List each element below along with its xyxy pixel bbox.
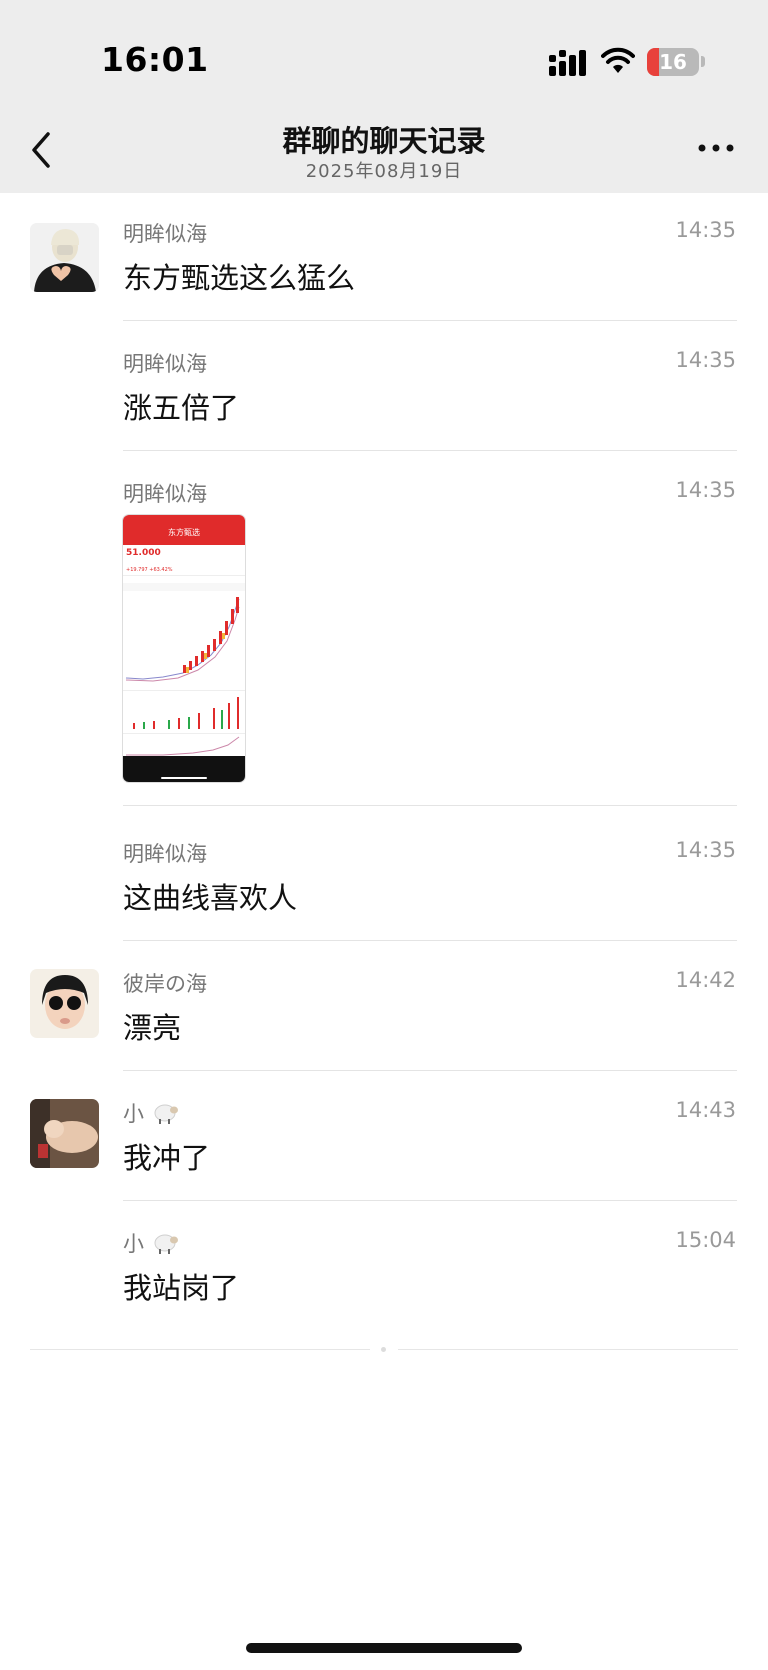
end-divider-left <box>30 1349 370 1350</box>
message-time: 14:35 <box>675 478 736 502</box>
battery-indicator: 16 <box>647 48 699 76</box>
message-text: 涨五倍了 <box>123 391 240 425</box>
sender-name-text: 小 <box>123 1102 144 1126</box>
wifi-icon <box>601 47 635 73</box>
sender-name: 明眸似海 <box>123 842 207 866</box>
avatar-image <box>30 969 99 1038</box>
screenshot-app-title: 东方甄选 <box>168 527 200 537</box>
message-text: 我冲了 <box>123 1141 211 1175</box>
message-time: 14:35 <box>675 218 736 242</box>
avatar[interactable] <box>30 1099 99 1168</box>
status-time: 16:01 <box>101 40 209 79</box>
message-text: 我站岗了 <box>123 1271 240 1305</box>
message-time: 14:35 <box>675 838 736 862</box>
sender-name-text: 小 <box>123 1232 144 1256</box>
message-text: 这曲线喜欢人 <box>123 881 298 915</box>
sheep-emoji-icon <box>154 1104 178 1124</box>
message-time: 15:04 <box>675 1228 736 1252</box>
message-text: 东方甄选这么猛么 <box>123 261 356 295</box>
message-time: 14:43 <box>675 1098 736 1122</box>
signal-icon <box>549 50 586 76</box>
divider <box>123 805 737 806</box>
battery-percent: 16 <box>659 50 687 74</box>
divider <box>123 1070 737 1071</box>
avatar-image <box>30 223 99 292</box>
stock-chart-screenshot: 东方甄选 51.000 +19.797 +63.42% <box>123 515 245 782</box>
image-message[interactable]: 东方甄选 51.000 +19.797 +63.42% <box>123 515 245 782</box>
divider <box>123 940 737 941</box>
avatar[interactable] <box>30 223 99 292</box>
sender-name: 小 <box>123 1228 179 1258</box>
divider <box>123 1200 737 1201</box>
sender-name: 明眸似海 <box>123 482 207 506</box>
divider <box>123 320 737 321</box>
sender-name: 小 <box>123 1098 179 1128</box>
sheep-emoji-icon <box>154 1234 178 1254</box>
avatar-image <box>30 1099 99 1168</box>
avatar[interactable] <box>30 969 99 1038</box>
screenshot-change: +19.797 +63.42% <box>126 567 173 573</box>
message-time: 14:42 <box>675 968 736 992</box>
divider <box>123 450 737 451</box>
message-text: 漂亮 <box>123 1011 182 1045</box>
battery-cap <box>701 56 705 67</box>
page-title: 群聊的聊天记录 <box>282 124 486 158</box>
message-time: 14:35 <box>675 348 736 372</box>
more-dots-icon[interactable] <box>696 138 736 158</box>
screenshot-price: 51.000 <box>126 548 161 558</box>
sender-name: 明眸似海 <box>123 352 207 376</box>
end-divider-right <box>398 1349 738 1350</box>
sender-name: 彼岸の海 <box>123 972 207 996</box>
end-divider-dot <box>381 1347 386 1352</box>
home-indicator[interactable] <box>246 1643 522 1653</box>
page-subtitle-date: 2025年08月19日 <box>305 161 463 182</box>
sender-name: 明眸似海 <box>123 222 207 246</box>
